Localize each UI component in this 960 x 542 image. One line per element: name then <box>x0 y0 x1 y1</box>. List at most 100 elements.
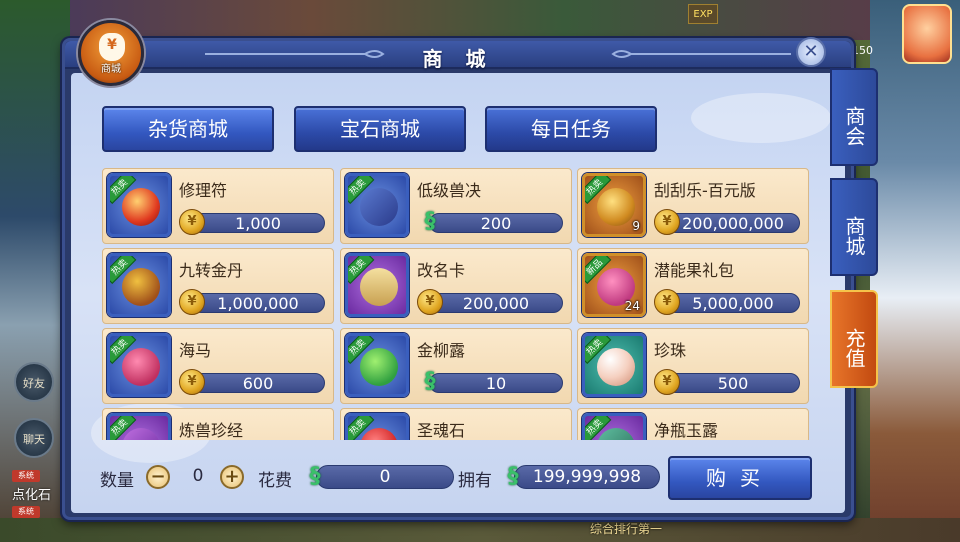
cost-value: 0 <box>316 465 454 489</box>
item-price-bar: 200,000,000 <box>666 213 800 233</box>
item-price: 200 <box>480 214 512 233</box>
shop-icon-label: 商城 <box>101 64 121 75</box>
item-name: 金柳露 <box>417 341 466 360</box>
gold-coin-icon: ¥ <box>179 369 205 395</box>
gold-coin-icon: ¥ <box>417 289 443 315</box>
system-tag: 系统 <box>12 506 40 518</box>
shop-item-card[interactable]: 热卖 炼兽珍经 <box>102 408 334 440</box>
item-name: 炼兽珍经 <box>179 421 244 440</box>
quantity-value[interactable]: 0 <box>176 466 220 486</box>
seahorse-icon <box>122 348 160 386</box>
item-name: 海马 <box>179 341 212 360</box>
tab-daily-tasks[interactable]: 每日任务 <box>485 106 657 152</box>
item-name: 九转金丹 <box>179 261 244 280</box>
item-price: 5,000,000 <box>692 294 774 313</box>
potion-icon <box>360 348 398 386</box>
shop-icon: 商城 <box>78 20 144 86</box>
item-name: 净瓶玉露 <box>654 421 719 440</box>
side-tab-recharge[interactable]: 充值 <box>830 290 878 388</box>
owned-value: 199,999,998 <box>514 465 660 489</box>
chest-icon <box>122 268 160 306</box>
shop-item-card[interactable]: 热卖 珍珠 500 ¥ <box>577 328 809 404</box>
tab-grocery-shop[interactable]: 杂货商城 <box>102 106 274 152</box>
gold-coin-icon: ¥ <box>654 369 680 395</box>
shop-item-card[interactable]: 热卖 修理符 1,000 ¥ <box>102 168 334 244</box>
side-tab-mall[interactable]: 商城 <box>830 178 878 276</box>
jade-currency-icon: § <box>309 464 321 489</box>
item-icon-frame: 热卖 <box>345 413 409 440</box>
item-price: 10 <box>485 374 507 393</box>
chat-label: 聊天 <box>23 433 45 446</box>
book-icon <box>360 188 398 226</box>
item-price-bar: 200,000 <box>429 293 563 313</box>
cloud-decoration <box>691 93 831 143</box>
item-price: 500 <box>717 374 749 393</box>
shop-item-card[interactable]: 热卖 改名卡 200,000 ¥ <box>340 248 572 324</box>
item-price: 600 <box>242 374 274 393</box>
close-button[interactable]: ✕ <box>796 37 826 67</box>
item-name: 刮刮乐-百元版 <box>654 181 756 200</box>
game-scene-left <box>0 0 70 542</box>
item-icon-frame: 热卖 <box>582 333 646 397</box>
exp-tag: EXP <box>688 4 718 24</box>
quantity-label: 数量 <box>100 471 134 491</box>
jade-currency-icon: § <box>507 464 519 489</box>
shop-item-card[interactable]: 热卖 海马 600 ¥ <box>102 328 334 404</box>
shop-item-card[interactable]: 热卖 圣魂石 <box>340 408 572 440</box>
gold-coin-icon: ¥ <box>179 289 205 315</box>
item-count: 24 <box>624 299 640 313</box>
cost-label: 花费 <box>258 471 292 491</box>
friend-button[interactable]: 好友 <box>14 362 54 402</box>
item-price-bar: 500 <box>666 373 800 393</box>
tab-gem-shop[interactable]: 宝石商城 <box>294 106 466 152</box>
game-scene-right <box>870 0 960 542</box>
shop-item-card[interactable]: 热卖 金柳露 10 § <box>340 328 572 404</box>
item-icon-frame: 热卖 <box>345 253 409 317</box>
orb-icon <box>122 188 160 226</box>
game-scene-bottom <box>0 518 960 542</box>
item-icon-frame: 热卖 <box>345 173 409 237</box>
chat-button[interactable]: 聊天 <box>14 418 54 458</box>
item-icon-frame: 热卖 <box>107 173 171 237</box>
side-tab-guild-shop[interactable]: 商会 <box>830 68 878 166</box>
item-name: 修理符 <box>179 181 228 200</box>
item-name: 改名卡 <box>417 261 466 280</box>
quantity-increase-button[interactable]: + <box>220 465 244 489</box>
shop-item-card[interactable]: 热卖 净瓶玉露 <box>577 408 809 440</box>
item-price: 200,000,000 <box>682 214 784 233</box>
item-icon-frame: 热卖 <box>107 333 171 397</box>
buy-button[interactable]: 购买 <box>668 456 812 500</box>
owned-label: 拥有 <box>458 471 492 491</box>
shop-item-card[interactable]: 新品 24 潜能果礼包 5,000,000 ¥ <box>577 248 809 324</box>
item-icon-frame: 热卖 <box>582 413 646 440</box>
item-price: 1,000,000 <box>217 294 299 313</box>
shop-item-card[interactable]: 热卖 九转金丹 1,000,000 ¥ <box>102 248 334 324</box>
item-price-bar: 600 <box>191 373 325 393</box>
game-scene-top <box>60 0 900 40</box>
item-price: 200,000 <box>462 294 530 313</box>
gold-coin-icon: ¥ <box>179 209 205 235</box>
gold-coin-icon: ¥ <box>654 209 680 235</box>
system-tag: 系统 <box>12 470 40 482</box>
item-icon-frame: 热卖 <box>345 333 409 397</box>
item-icon-frame: 新品 24 <box>582 253 646 317</box>
item-price: 1,000 <box>235 214 281 233</box>
hp-value: 150 <box>852 44 873 57</box>
quantity-decrease-button[interactable]: − <box>146 465 170 489</box>
item-price-bar: 200 <box>429 213 563 233</box>
pearl-icon <box>597 348 635 386</box>
item-count: 9 <box>632 219 640 233</box>
gold-coin-icon: ¥ <box>654 289 680 315</box>
player-avatar[interactable] <box>902 4 952 64</box>
item-name: 珍珠 <box>654 341 687 360</box>
item-icon-frame: 热卖 <box>107 413 171 440</box>
scroll-icon <box>360 268 398 306</box>
chat-message: 点化石 <box>12 488 52 503</box>
item-name: 低级兽决 <box>417 181 482 200</box>
item-name: 潜能果礼包 <box>654 261 735 280</box>
shop-item-card[interactable]: 热卖 9 刮刮乐-百元版 200,000,000 ¥ <box>577 168 809 244</box>
item-grid: 热卖 修理符 1,000 ¥ 热卖 低级兽决 200 § 热卖 9 刮刮乐-百元版 200,000,0… <box>102 168 810 440</box>
item-price-bar: 5,000,000 <box>666 293 800 313</box>
dialog-title-bar: 商 城 <box>65 41 851 71</box>
shop-item-card[interactable]: 热卖 低级兽决 200 § <box>340 168 572 244</box>
